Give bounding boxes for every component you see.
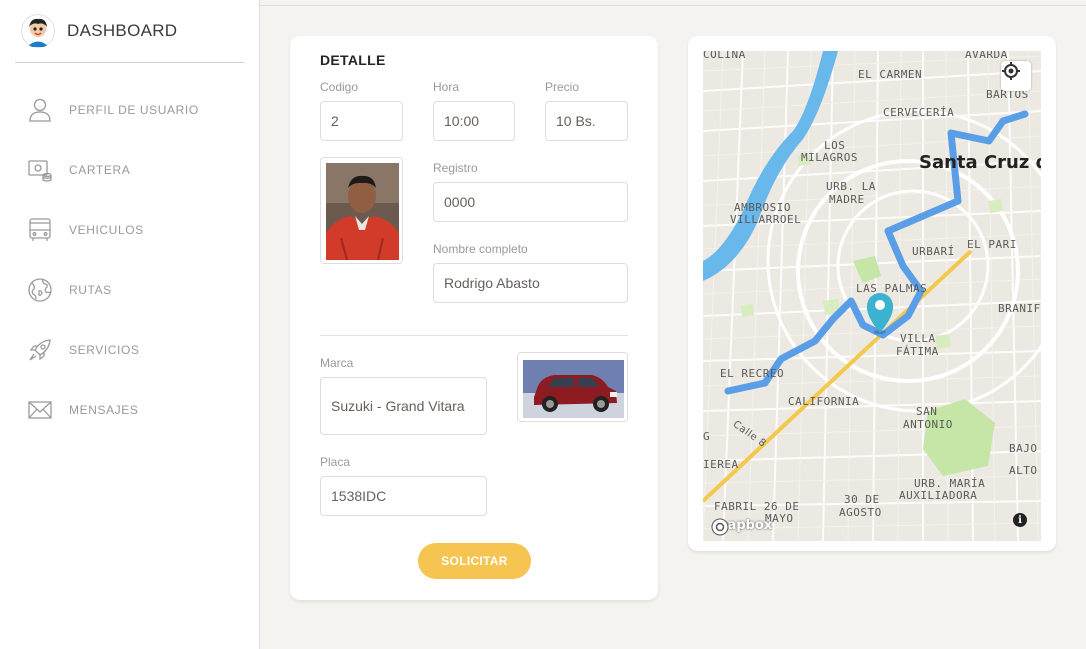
sidebar-item-label: VEHICULOS [69, 223, 144, 237]
sidebar-item-label: CARTERA [69, 163, 131, 177]
sidebar-item-vehiculos[interactable]: VEHICULOS [0, 200, 259, 260]
placa-field[interactable]: 1538IDC [320, 476, 487, 516]
map-label: IEREA [703, 458, 739, 471]
placa-label: Placa [320, 455, 351, 469]
map-label: FÁTIMA [896, 345, 939, 358]
vehicle-photo-image [518, 353, 627, 421]
user-icon [29, 98, 51, 122]
map-label: MILAGROS [801, 151, 858, 164]
sidebar-item-label: PERFIL DE USUARIO [69, 103, 199, 117]
map-card: COLINA AVARDA EL CARMEN BARTOS CERVECERÍ… [688, 36, 1056, 551]
mapbox-logo[interactable]: mapbox [711, 518, 772, 536]
hora-field[interactable]: 10:00 [433, 101, 515, 141]
precio-field[interactable]: 10 Bs. [545, 101, 628, 141]
driver-photo [320, 157, 403, 264]
sidebar-item-label: RUTAS [69, 283, 112, 297]
marca-label: Marca [320, 356, 354, 370]
map-label: VILLA [900, 332, 936, 345]
envelope-icon [28, 401, 52, 419]
sidebar-item-perfil[interactable]: PERFIL DE USUARIO [0, 80, 259, 140]
marca-field[interactable]: Suzuki - Grand Vitara [320, 377, 487, 435]
sidebar-nav: PERFIL DE USUARIO CARTERA VEHICULOS RUTA… [0, 80, 259, 440]
user-avatar-icon [21, 14, 55, 48]
map-label: EL CARMEN [858, 68, 923, 81]
codigo-field[interactable]: 2 [320, 101, 403, 141]
detail-card: DETALLE Codigo 2 Hora 10:00 Precio 10 Bs… [290, 36, 658, 600]
map-label: ANTONIO [903, 418, 953, 431]
map-label: COLINA [703, 51, 746, 61]
locate-icon [1002, 62, 1020, 80]
registro-field[interactable]: 0000 [433, 182, 628, 222]
wallet-icon [28, 160, 52, 182]
map-label: LAS PALMAS [856, 282, 928, 295]
mapbox-logo-icon [711, 518, 729, 536]
map-label: VILLARROEL [730, 213, 802, 226]
map-label: CALIFORNIA [788, 395, 860, 408]
map-canvas [703, 51, 1041, 541]
locate-button[interactable] [1001, 61, 1031, 91]
globe-icon [28, 278, 52, 302]
map-label: SAN [916, 405, 938, 418]
map-label: MADRE [829, 193, 865, 206]
vehicle-photo [517, 352, 628, 422]
map-city-label: Santa Cruz de [919, 152, 1041, 173]
brand-title: DASHBOARD [67, 21, 178, 40]
map-label: URB. LA [826, 180, 876, 193]
map-label: BAJO [1009, 442, 1038, 455]
registro-label: Registro [433, 161, 478, 175]
map-label: URBARÍ [912, 245, 955, 258]
sidebar-item-servicios[interactable]: SERVICIOS [0, 320, 259, 380]
hora-label: Hora [433, 80, 460, 94]
top-divider [260, 5, 1086, 6]
sidebar-item-label: SERVICIOS [69, 343, 140, 357]
map-label: ALTO [1009, 464, 1038, 477]
sidebar-item-mensajes[interactable]: MENSAJES [0, 380, 259, 440]
rocket-icon [29, 339, 51, 361]
codigo-label: Codigo [320, 80, 359, 94]
nombre-field[interactable]: Rodrigo Abasto [433, 263, 628, 303]
info-button[interactable]: i [1013, 513, 1027, 527]
nombre-label: Nombre completo [433, 242, 528, 256]
sidebar-item-rutas[interactable]: RUTAS [0, 260, 259, 320]
sidebar-item-cartera[interactable]: CARTERA [0, 140, 259, 200]
section-divider [320, 335, 628, 336]
map-label: AGOSTO [839, 506, 882, 519]
map-label: 30 DE [844, 493, 880, 506]
map-label: CERVECERÍA [883, 106, 955, 119]
map-label: G [703, 430, 711, 443]
brand[interactable]: DASHBOARD [15, 0, 244, 63]
map-label: AUXILIADORA [899, 489, 978, 502]
map-label: AVARDA [965, 51, 1008, 61]
map-label: EL RECREO [720, 367, 785, 380]
route-map[interactable]: COLINA AVARDA EL CARMEN BARTOS CERVECERÍ… [703, 51, 1041, 541]
precio-label: Precio [545, 80, 580, 94]
card-title: DETALLE [320, 52, 386, 68]
sidebar-item-label: MENSAJES [69, 403, 139, 417]
bus-icon [29, 218, 51, 241]
sidebar: DASHBOARD PERFIL DE USUARIO CARTERA VEHI… [0, 0, 260, 649]
map-label: EL PARI [967, 238, 1017, 251]
solicitar-button[interactable]: SOLICITAR [418, 543, 531, 579]
map-label: BRANIF [998, 302, 1041, 315]
driver-photo-image [321, 158, 402, 263]
